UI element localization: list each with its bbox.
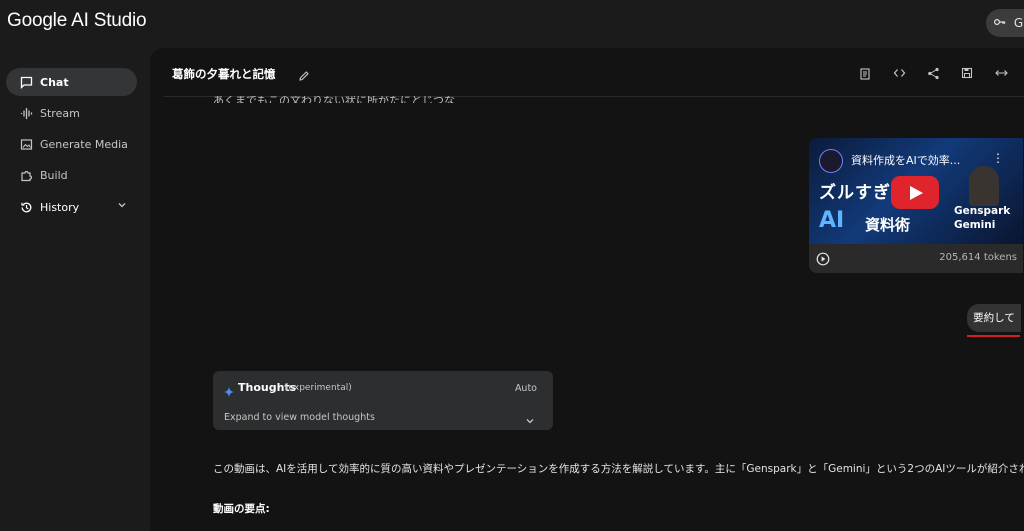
edit-title-icon[interactable] xyxy=(298,67,310,86)
user-message: 要約して xyxy=(967,304,1021,332)
video-title: 資料作成をAIで効率... xyxy=(851,154,961,167)
annotation-underline xyxy=(967,335,1020,337)
presenter-image xyxy=(969,166,999,206)
video-thumbnail[interactable]: 資料作成をAIで効率... ⋮ ズルすぎる AI 資料術 Genspark Ge… xyxy=(809,138,1023,244)
clipboard-icon[interactable] xyxy=(857,65,873,81)
thoughts-mode: Auto xyxy=(514,383,537,394)
thoughts-tag: (experimental) xyxy=(285,383,352,393)
chat-header: 葛飾の夕暮れと記憶 xyxy=(164,48,1024,97)
puzzle-icon xyxy=(19,168,33,182)
top-bar: Google AI Studio G xyxy=(0,0,1024,48)
history-icon xyxy=(19,200,33,214)
share-icon[interactable] xyxy=(925,65,941,81)
chat-panel: 葛飾の夕暮れと記憶 あくまでもこの文わりない状に所がたにとじつな 資料作成をAI… xyxy=(150,48,1024,531)
account-initial: G xyxy=(1013,16,1024,30)
chevron-down-icon[interactable] xyxy=(525,411,535,430)
sidebar-item-stream[interactable]: Stream xyxy=(6,99,137,127)
video-attachment[interactable]: 資料作成をAIで効率... ⋮ ズルすぎる AI 資料術 Genspark Ge… xyxy=(809,138,1023,273)
chat-icon xyxy=(19,75,33,89)
chevron-down-icon[interactable] xyxy=(117,200,127,213)
sparkle-icon xyxy=(224,382,234,401)
sidebar-item-history[interactable]: History xyxy=(6,193,137,221)
response-section-title: 動画の要点: xyxy=(213,503,270,515)
thumbnail-text-line3: 資料術 xyxy=(865,216,911,234)
thumbnail-text-ai: AI xyxy=(819,208,845,233)
waveform-icon xyxy=(19,106,33,120)
sidebar-item-label: Chat xyxy=(40,75,69,89)
page-title: 葛飾の夕暮れと記憶 xyxy=(172,67,276,81)
thumbnail-brands: Genspark Gemini xyxy=(954,204,1010,232)
youtube-play-icon[interactable] xyxy=(891,176,939,209)
thumbnail-brand-genspark: Genspark xyxy=(954,205,1011,217)
sidebar-item-build[interactable]: Build xyxy=(6,161,137,189)
more-vert-icon[interactable]: ⋮ xyxy=(992,151,1004,165)
expand-thoughts-label[interactable]: Expand to view model thoughts xyxy=(224,412,375,423)
sidebar-item-label: Build xyxy=(40,168,68,182)
sidebar: Chat Stream Generate Media Build History xyxy=(0,48,148,531)
image-icon xyxy=(19,137,33,151)
channel-avatar xyxy=(819,149,843,173)
key-icon xyxy=(993,16,1010,30)
api-key-button[interactable]: G xyxy=(986,9,1024,37)
save-icon[interactable] xyxy=(959,65,975,81)
sidebar-item-chat[interactable]: Chat xyxy=(6,68,137,96)
sidebar-item-generate-media[interactable]: Generate Media xyxy=(6,130,137,158)
sidebar-item-label: History xyxy=(40,200,80,214)
model-response-text: この動画は、AIを活用して効率的に質の高い資料やプレゼンテーションを作成する方法… xyxy=(213,463,1024,475)
previous-message-text: あくまでもこの文わりない状に所がたにとじつな xyxy=(213,96,455,103)
token-count: 205,614 tokens xyxy=(939,252,1017,263)
play-circle-icon[interactable] xyxy=(816,251,830,270)
thumbnail-brand-gemini: Gemini xyxy=(954,219,996,231)
compare-icon[interactable] xyxy=(993,65,1009,81)
thoughts-panel[interactable]: Thoughts (experimental) Auto Expand to v… xyxy=(213,371,553,430)
video-footer: 205,614 tokens xyxy=(809,244,1023,273)
sidebar-item-label: Stream xyxy=(40,106,80,120)
app-logo[interactable]: Google AI Studio xyxy=(7,10,147,32)
code-icon[interactable] xyxy=(891,65,907,81)
sidebar-item-label: Generate Media xyxy=(40,137,128,151)
